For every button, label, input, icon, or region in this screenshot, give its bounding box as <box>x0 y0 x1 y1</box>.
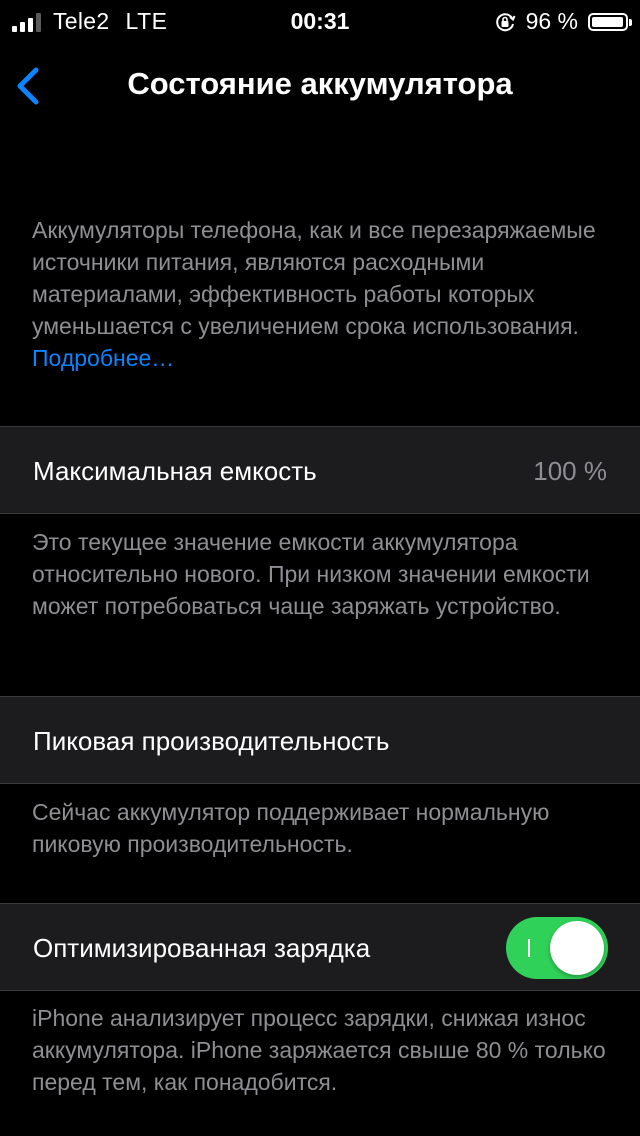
status-bar: Tele2 LTE 00:31 96 % <box>0 0 640 40</box>
peak-performance-footnote: Сейчас аккумулятор поддерживает нормальн… <box>32 799 550 857</box>
navigation-bar: Состояние аккумулятора <box>0 56 640 116</box>
peak-performance-label: Пиковая производительность <box>33 726 390 756</box>
optimized-charging-footnote: iPhone анализирует процесс зарядки, сниж… <box>32 1005 606 1095</box>
page-title: Состояние аккумулятора <box>127 66 513 101</box>
intro-description: Аккумуляторы телефона, как и все перезар… <box>32 217 596 339</box>
optimized-charging-toggle[interactable] <box>506 917 608 979</box>
optimized-charging-cell: Оптимизированная зарядка <box>0 903 640 991</box>
battery-icon <box>588 12 632 31</box>
peak-performance-cell: Пиковая производительность <box>0 696 640 784</box>
toggle-knob <box>550 921 604 975</box>
optimized-charging-label: Оптимизированная зарядка <box>33 933 371 963</box>
status-right: 96 % <box>494 8 632 35</box>
max-capacity-label: Максимальная емкость <box>33 456 317 486</box>
intro-text: Аккумуляторы телефона, как и все перезар… <box>32 214 612 374</box>
max-capacity-value: 100 % <box>533 456 607 486</box>
learn-more-link[interactable]: Подробнее… <box>32 345 174 371</box>
orientation-lock-icon <box>494 11 516 33</box>
battery-percent: 96 % <box>525 8 578 34</box>
max-capacity-cell: Максимальная емкость 100 % <box>0 426 640 514</box>
max-capacity-footnote: Это текущее значение емкости аккумулятор… <box>32 529 590 619</box>
